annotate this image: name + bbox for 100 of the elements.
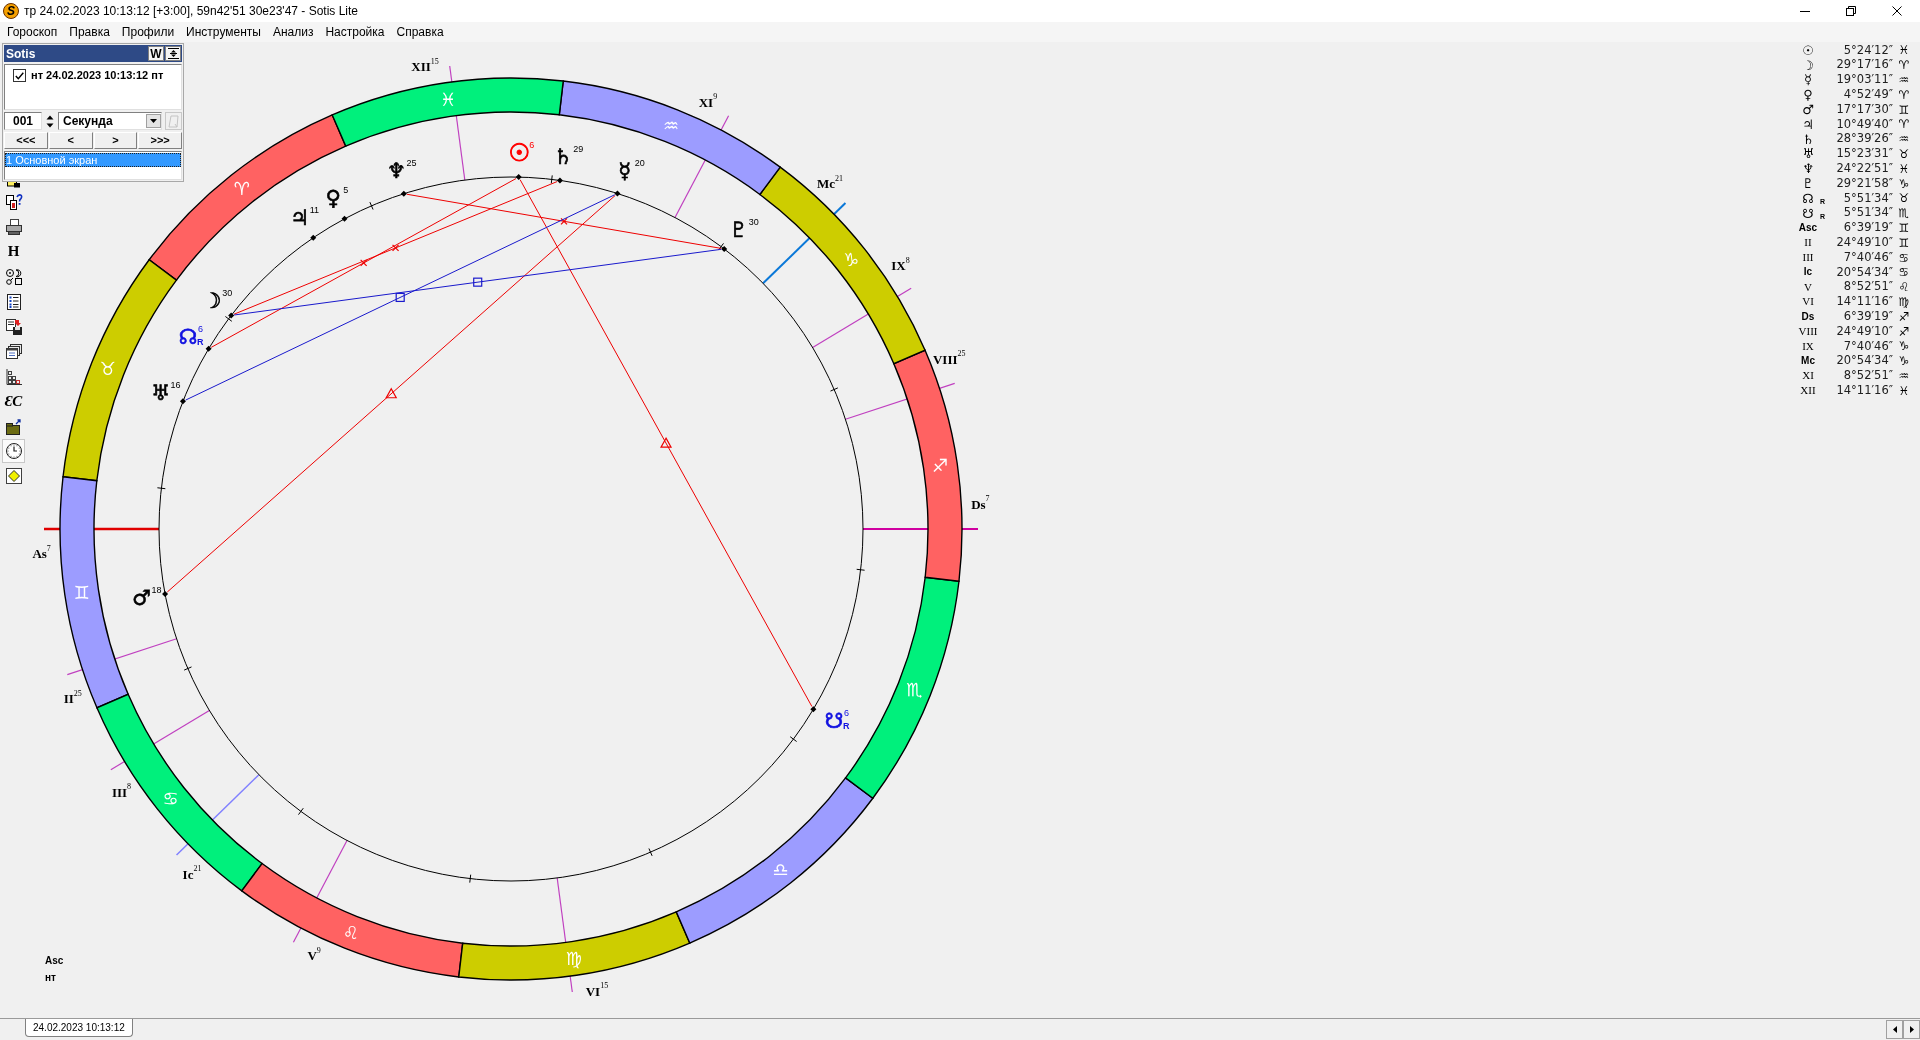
cusp-label: IX$^{8}$ [891, 255, 910, 274]
position-value: 19°03′11″ [1836, 74, 1893, 86]
toolbar-button[interactable]: H [2, 239, 25, 264]
position-value: 7°40′46″ [1843, 251, 1893, 264]
zodiac-sign: ♌ [342, 921, 359, 943]
zodiac-sign: ♋ [1898, 251, 1910, 264]
nav-button[interactable]: >>> [138, 132, 182, 149]
caret-icon [146, 114, 161, 128]
list-icon [4, 292, 23, 311]
zodiac-sign: ♓ [1898, 162, 1910, 175]
scroll-left-button[interactable] [1886, 1020, 1903, 1039]
footer-label: нт [45, 972, 56, 983]
position-symbol: ☉ [1802, 43, 1814, 57]
zodiac-sign: ♐ [1898, 325, 1910, 338]
position-value: 29°21′58″ [1836, 177, 1893, 190]
app-logo: S [3, 3, 19, 19]
entry-label: нт 24.02.2023 10:13:12 пт [31, 70, 164, 81]
position-symbol: ♂ [1802, 103, 1814, 117]
cusp-label: XI$^{9}$ [698, 91, 718, 110]
scroll-right-button[interactable] [1903, 1020, 1920, 1039]
left-triangle-icon [1892, 1026, 1897, 1033]
zodiac-sign: ♈ [1898, 59, 1910, 72]
position-symbol: ♇ [1802, 177, 1814, 191]
position-symbol: Mc [1801, 356, 1815, 367]
expand-button[interactable] [165, 46, 181, 61]
zodiac-sign: ♉ [1898, 192, 1910, 205]
position-value: 6°39′19″ [1843, 311, 1893, 323]
zodiac-sign: ♉ [99, 358, 116, 380]
position-value: 5°51′34″ [1843, 207, 1893, 219]
zodiac-sign: ♒ [1898, 74, 1910, 86]
diamond-icon [4, 466, 23, 485]
toolbar-button[interactable]: ƐC [2, 389, 25, 414]
zodiac-sign: ♒ [1898, 369, 1910, 382]
zodiac-sign: ♑ [1898, 177, 1910, 190]
menu-item[interactable]: Инструменты [180, 22, 267, 42]
printer-icon [4, 217, 23, 236]
position-symbol: ☊ [1802, 191, 1814, 205]
clock-icon [4, 442, 23, 460]
zodiac-sign: ♏ [906, 678, 923, 700]
position-symbol: ♃ [1802, 117, 1814, 131]
position-symbol: ♄ [1802, 132, 1814, 146]
position-value: 7°40′46″ [1843, 340, 1893, 353]
zodiac-sign: ♒ [663, 115, 680, 137]
zodiac-sign: ♊ [73, 581, 90, 603]
position-value: 14°11′16″ [1836, 296, 1893, 308]
position-symbol: II [1804, 237, 1812, 249]
position-value: 24°49′10″ [1836, 325, 1893, 338]
position-symbol: XI [1802, 370, 1814, 382]
zodiac-sign: ♑ [1898, 355, 1910, 368]
position-value: 8°52′51″ [1843, 370, 1893, 382]
position-symbol: ☽ [1802, 58, 1814, 72]
menu-item[interactable]: Анализ [266, 22, 320, 42]
position-value: 4°52′49″ [1843, 89, 1893, 101]
menu-item[interactable]: Гороскоп [1, 22, 64, 42]
mode-button[interactable]: W [148, 46, 164, 61]
zodiac-sign: ♏ [1898, 207, 1910, 220]
save-icon [4, 317, 23, 336]
zodiac-sign: ♊ [1898, 221, 1910, 234]
panel-title: Sotis [5, 47, 36, 60]
position-symbol: ☿ [1804, 73, 1812, 87]
restore-icon [1846, 6, 1856, 16]
cusp-label: III$^{8}$ [111, 781, 132, 800]
position-symbol: XII [1800, 385, 1816, 397]
zodiac-sign: ♍ [565, 947, 583, 969]
zodiac-sign: ♍ [1898, 295, 1910, 308]
zodiac-sign: ♉ [1898, 147, 1910, 160]
checkbox[interactable] [13, 69, 26, 82]
windows-icon [4, 342, 23, 361]
position-symbol: VIII [1798, 326, 1818, 338]
checkmark-icon [15, 71, 24, 80]
folder-icon [4, 417, 23, 436]
position-value: 24°22′51″ [1836, 163, 1893, 175]
position-value: 8°52′51″ [1843, 281, 1893, 293]
count-field[interactable]: 001 [4, 112, 42, 130]
unit-select[interactable]: Секунда [58, 112, 162, 130]
position-value: 24°49′10″ [1836, 237, 1893, 249]
close-icon [1892, 6, 1902, 16]
cusp-label: XII$^{15}$ [411, 56, 439, 75]
menu-item[interactable]: Настройка [319, 22, 391, 42]
cusp-label: VI$^{15}$ [585, 980, 609, 999]
zodiac-sign: ♓ [439, 89, 457, 111]
zodiac-sign: ♒ [1898, 133, 1910, 146]
nav-button[interactable]: <<< [4, 132, 48, 149]
menu-item[interactable]: Справка [390, 22, 450, 42]
nav-button[interactable]: > [93, 132, 138, 149]
cusp-label: As$^{7}$ [32, 543, 51, 562]
zodiac-sign: ♓ [1898, 384, 1910, 397]
zodiac-sign: ♐ [932, 455, 949, 477]
toolbar-button[interactable] [2, 439, 25, 463]
zodiac-sign: ♊ [1898, 103, 1910, 116]
menu-item[interactable]: Профили [115, 22, 181, 42]
position-value: 10°49′40″ [1836, 118, 1893, 131]
position-symbol: ♅ [1802, 147, 1814, 161]
zodiac-sign: ♈ [1898, 88, 1910, 101]
cusp-label: V$^{9}$ [307, 945, 321, 964]
tab[interactable]: 24.02.2023 10:13:12 [25, 1019, 133, 1037]
nav-button[interactable]: < [48, 132, 93, 149]
position-value: 28°39′26″ [1836, 133, 1893, 145]
menu-item[interactable]: Правка [63, 22, 116, 42]
numbered-boxes-icon [4, 192, 23, 211]
